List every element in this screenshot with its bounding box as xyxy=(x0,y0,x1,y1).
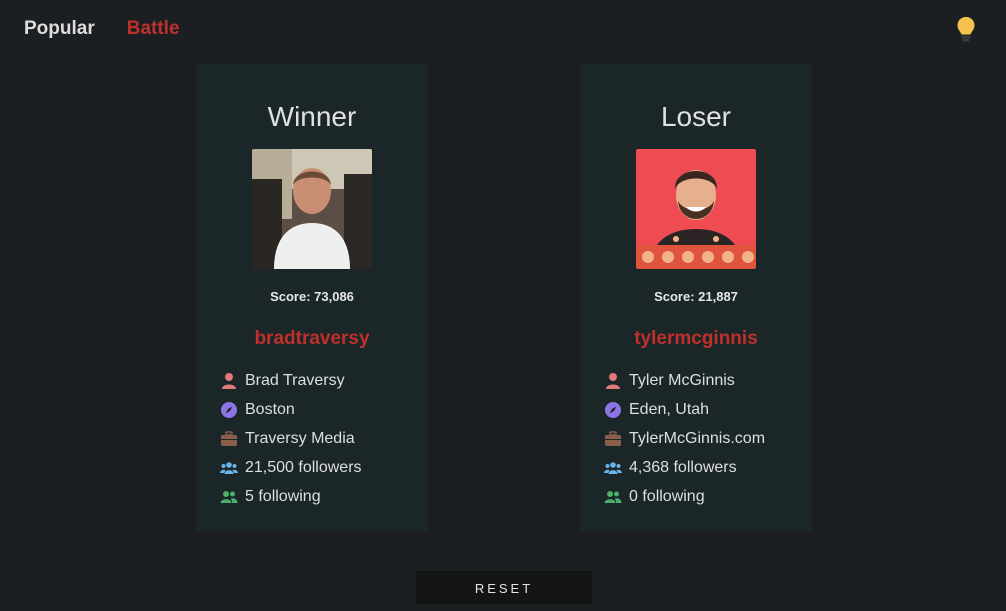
detail-followers: 4,368 followers xyxy=(604,453,812,482)
player-card-loser: Loser Score: 21,887 tylermcginnis Tyler … xyxy=(580,64,812,531)
details-list: Tyler McGinnis Eden, Utah TylerMcGinnis.… xyxy=(604,366,812,511)
followers-icon xyxy=(604,461,622,474)
compass-icon xyxy=(605,401,621,418)
detail-location-text: Boston xyxy=(245,400,295,418)
nav-battle-link[interactable]: Battle xyxy=(127,18,180,40)
username-link[interactable]: bradtraversy xyxy=(196,328,428,350)
lightbulb-icon[interactable] xyxy=(956,16,976,44)
briefcase-icon xyxy=(605,430,621,446)
following-icon xyxy=(604,490,622,503)
detail-name-text: Tyler McGinnis xyxy=(629,371,735,389)
user-icon xyxy=(606,372,620,389)
detail-following-text: 0 following xyxy=(629,487,705,505)
avatar xyxy=(636,149,756,269)
reset-button[interactable]: RESET xyxy=(416,571,592,604)
detail-name: Brad Traversy xyxy=(220,366,428,395)
details-list: Brad Traversy Boston Traversy Media 21,5… xyxy=(220,366,428,511)
detail-followers-text: 4,368 followers xyxy=(629,458,737,476)
detail-location: Boston xyxy=(220,395,428,424)
avatar xyxy=(252,149,372,269)
detail-location-text: Eden, Utah xyxy=(629,400,710,418)
detail-followers: 21,500 followers xyxy=(220,453,428,482)
detail-following: 0 following xyxy=(604,482,812,511)
username-link[interactable]: tylermcginnis xyxy=(580,328,812,350)
briefcase-icon xyxy=(221,430,237,446)
detail-followers-text: 21,500 followers xyxy=(245,458,362,476)
detail-location: Eden, Utah xyxy=(604,395,812,424)
card-header: Winner xyxy=(267,101,357,132)
detail-company-text: TylerMcGinnis.com xyxy=(629,429,766,447)
top-nav: Popular Battle xyxy=(24,18,180,40)
score: Score: 21,887 xyxy=(654,289,738,304)
followers-icon xyxy=(220,461,238,474)
following-icon xyxy=(220,490,238,503)
compass-icon xyxy=(221,401,237,418)
detail-company: Traversy Media xyxy=(220,424,428,453)
detail-name: Tyler McGinnis xyxy=(604,366,812,395)
detail-name-text: Brad Traversy xyxy=(245,371,345,389)
user-icon xyxy=(222,372,236,389)
score: Score: 73,086 xyxy=(270,289,354,304)
player-card-winner: Winner Score: 73,086 bradtraversy Brad T… xyxy=(196,64,428,531)
detail-company: TylerMcGinnis.com xyxy=(604,424,812,453)
detail-following: 5 following xyxy=(220,482,428,511)
card-header: Loser xyxy=(660,101,732,132)
detail-company-text: Traversy Media xyxy=(245,429,355,447)
nav-popular-link[interactable]: Popular xyxy=(24,18,95,40)
detail-following-text: 5 following xyxy=(245,487,321,505)
